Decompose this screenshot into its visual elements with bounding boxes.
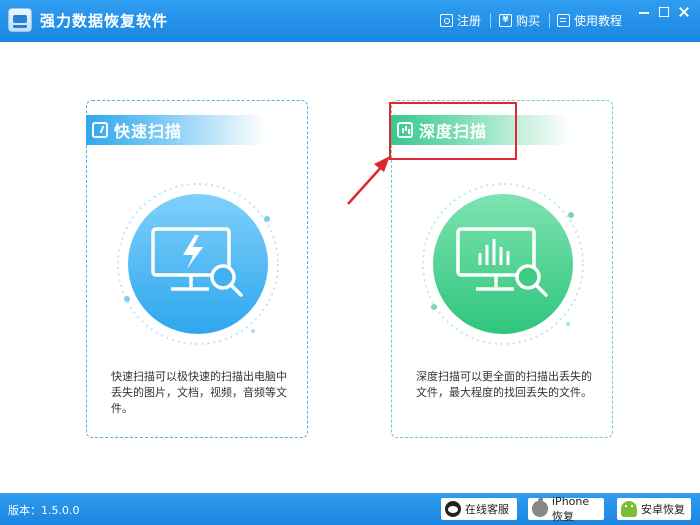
quick-scan-description: 快速扫描可以极快速的扫描出电脑中丢失的图片，文档，视频，音频等文件。 (111, 370, 287, 415)
help-tutorial-label: 使用教程 (574, 13, 623, 28)
document-icon (557, 13, 570, 27)
register-button[interactable]: 注册 (440, 11, 481, 29)
apple-icon (532, 498, 548, 517)
deep-scan-title: 深度扫描 (419, 122, 488, 141)
android-icon (621, 501, 637, 517)
quick-scan-header: 快速扫描 (86, 115, 266, 145)
deep-scan-description: 深度扫描可以更全面的扫描出丢失的文件，最大程度的找回丢失的文件。 (416, 370, 592, 399)
quick-scan-title: 快速扫描 (114, 122, 183, 141)
quick-scan-card[interactable]: 快速扫描 快速扫描可以极快速的扫描出电脑中丢失的图片，文档，视频，音频等文件。 (86, 100, 308, 438)
version-label: 版本：1.5.0.0 (8, 504, 80, 517)
toolbar-divider (490, 13, 491, 28)
deep-scan-header: 深度扫描 (391, 115, 571, 145)
buy-button[interactable]: ¥ 购买 (499, 11, 540, 29)
quick-scan-illustration (117, 183, 279, 345)
android-recovery-button[interactable]: 安卓恢复 (617, 498, 691, 520)
app-title: 强力数据恢复软件 (40, 12, 169, 30)
deep-scan-card[interactable]: 深度扫描 深度扫描可以更全面的扫描出丢失的文件，最大程度的找回丢失的文件。 (391, 100, 613, 438)
yen-icon: ¥ (499, 13, 512, 27)
minimize-button[interactable] (636, 5, 652, 19)
deep-scan-illustration (422, 183, 584, 345)
iphone-recovery-label: iPhone恢复 (552, 494, 590, 523)
app-logo-icon (8, 8, 32, 32)
close-button[interactable] (676, 5, 692, 19)
register-label: 注册 (457, 13, 482, 28)
deep-scan-icon (397, 122, 413, 138)
register-icon (440, 13, 453, 27)
online-service-button[interactable]: 在线客服 (441, 498, 517, 520)
help-tutorial-button[interactable]: 使用教程 (557, 11, 622, 29)
title-bar: 强力数据恢复软件 注册 ¥ 购买 使用教程 (0, 0, 700, 42)
online-service-label: 在线客服 (465, 503, 509, 516)
android-recovery-label: 安卓恢复 (641, 503, 685, 516)
status-bar: 版本：1.5.0.0 在线客服 iPhone恢复 安卓恢复 (0, 493, 700, 525)
toolbar-divider (549, 13, 550, 28)
quick-scan-icon (92, 122, 108, 138)
qq-icon (445, 501, 461, 517)
buy-label: 购买 (516, 13, 541, 28)
iphone-recovery-button[interactable]: iPhone恢复 (528, 495, 604, 523)
maximize-button[interactable] (656, 5, 672, 19)
